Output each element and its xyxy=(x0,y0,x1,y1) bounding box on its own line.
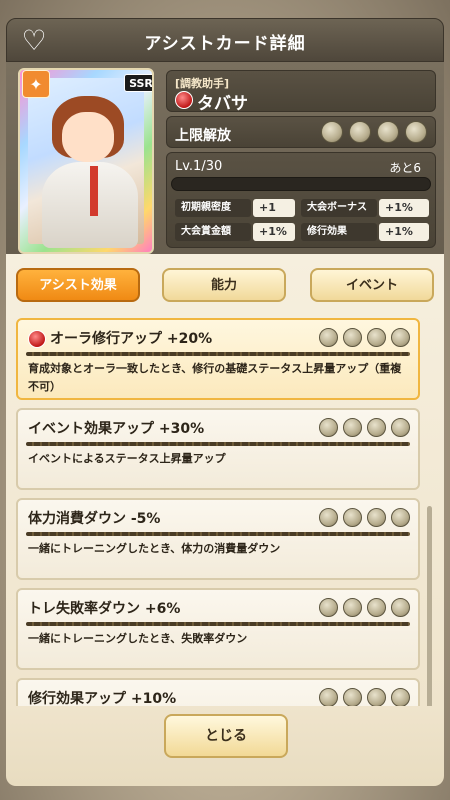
stat-value: +1 xyxy=(253,199,295,217)
coin-icon xyxy=(391,328,410,347)
coin-icon xyxy=(343,598,362,617)
divider xyxy=(26,532,410,536)
effect-description: 一緒にトレーニングしたとき、失敗率ダウン xyxy=(28,632,248,645)
coin-icon xyxy=(391,598,410,617)
card-art xyxy=(28,78,144,248)
character-name: タバサ xyxy=(197,94,248,114)
effect-title: イベント効果アップ +30% xyxy=(28,421,205,437)
coin-icon xyxy=(391,508,410,527)
coin-icon xyxy=(367,508,386,527)
coin-icon xyxy=(343,418,362,437)
footer: とじる xyxy=(6,706,444,786)
card-image[interactable]: ✦ SSR xyxy=(18,68,154,254)
level-box: Lv.1/30 あと6 初期親密度 +1 大会ボーナス +1% 大会賞金額 +1… xyxy=(166,152,436,248)
stat-label: 初期親密度 xyxy=(175,199,251,217)
divider xyxy=(26,442,410,446)
rarity-badge: SSR xyxy=(124,74,152,92)
remaining-text: あと6 xyxy=(389,161,421,175)
coin-icon xyxy=(319,598,338,617)
effect-title: 修行効果アップ +10% xyxy=(28,691,177,707)
coin-icon xyxy=(391,418,410,437)
stat-label: 修行効果 xyxy=(301,223,377,241)
close-button[interactable]: とじる xyxy=(164,714,288,758)
coin-icon xyxy=(367,688,386,707)
list-item: トレ失敗率ダウン +6% 一緒にトレーニングしたとき、失敗率ダウン xyxy=(16,588,420,670)
coin-icon xyxy=(391,688,410,707)
aura-icon xyxy=(28,330,46,348)
stat-label: 大会賞金額 xyxy=(175,223,251,241)
effect-coins xyxy=(319,418,410,437)
limit-coins xyxy=(321,121,427,143)
coin-icon xyxy=(343,328,362,347)
coin-icon xyxy=(319,328,338,347)
effect-title: オーラ修行アップ +20% xyxy=(50,331,213,347)
coin-icon xyxy=(367,418,386,437)
effect-coins xyxy=(319,508,410,527)
effect-description: 一緒にトレーニングしたとき、体力の消費量ダウン xyxy=(28,542,281,555)
divider xyxy=(26,352,410,356)
character-ribbon xyxy=(90,166,98,216)
limit-break-label: 上限解放 xyxy=(175,128,231,144)
stat-value: +1% xyxy=(379,223,429,241)
stat-value: +1% xyxy=(379,199,429,217)
coin-icon xyxy=(367,328,386,347)
coin-icon xyxy=(319,508,338,527)
divider xyxy=(26,622,410,626)
tab-event[interactable]: イベント xyxy=(310,268,434,302)
character-face xyxy=(62,112,114,162)
effect-title: 体力消費ダウン -5% xyxy=(28,511,161,527)
effect-list[interactable]: オーラ修行アップ +20% 育成対象とオーラ一致したとき、修行の基礎ステータス上… xyxy=(16,318,434,708)
scrollbar[interactable] xyxy=(427,506,432,708)
limit-coin-icon xyxy=(349,121,371,143)
stat-label: 大会ボーナス xyxy=(301,199,377,217)
effect-title: トレ失敗率ダウン +6% xyxy=(28,601,181,617)
list-item: イベント効果アップ +30% イベントによるステータス上昇量アップ xyxy=(16,408,420,490)
coin-icon xyxy=(319,688,338,707)
list-item: 修行効果アップ +10% xyxy=(16,678,420,708)
tab-ability[interactable]: 能力 xyxy=(162,268,286,302)
effect-coins xyxy=(319,328,410,347)
aura-icon xyxy=(175,91,193,109)
header-bar: ♡ アシストカード詳細 xyxy=(6,18,444,62)
list-item: オーラ修行アップ +20% 育成対象とオーラ一致したとき、修行の基礎ステータス上… xyxy=(16,318,420,400)
coin-icon xyxy=(367,598,386,617)
limit-break-box: 上限解放 xyxy=(166,116,436,148)
detail-panel: アシスト効果 能力 イベント オーラ修行アップ +20% 育成対象とオーラ一致し… xyxy=(6,254,444,710)
list-item: 体力消費ダウン -5% 一緒にトレーニングしたとき、体力の消費量ダウン xyxy=(16,498,420,580)
coin-icon xyxy=(319,418,338,437)
effect-description: 育成対象とオーラ一致したとき、修行の基礎ステータス上昇量アップ（重複不可） xyxy=(28,362,402,393)
effect-coins xyxy=(319,598,410,617)
limit-coin-icon xyxy=(321,121,343,143)
name-box: [調教助手] タバサ xyxy=(166,70,436,114)
page-title: アシストカード詳細 xyxy=(144,34,306,54)
level-text: Lv.1/30 xyxy=(175,159,223,174)
effect-coins xyxy=(319,688,410,707)
limit-coin-icon xyxy=(405,121,427,143)
limit-coin-icon xyxy=(377,121,399,143)
coin-icon xyxy=(343,508,362,527)
exp-bar xyxy=(171,177,431,191)
effect-description: イベントによるステータス上昇量アップ xyxy=(28,452,226,465)
coin-icon xyxy=(343,688,362,707)
stat-value: +1% xyxy=(253,223,295,241)
handshake-icon: ✦ xyxy=(22,70,50,98)
tab-assist-effect[interactable]: アシスト効果 xyxy=(16,268,140,302)
